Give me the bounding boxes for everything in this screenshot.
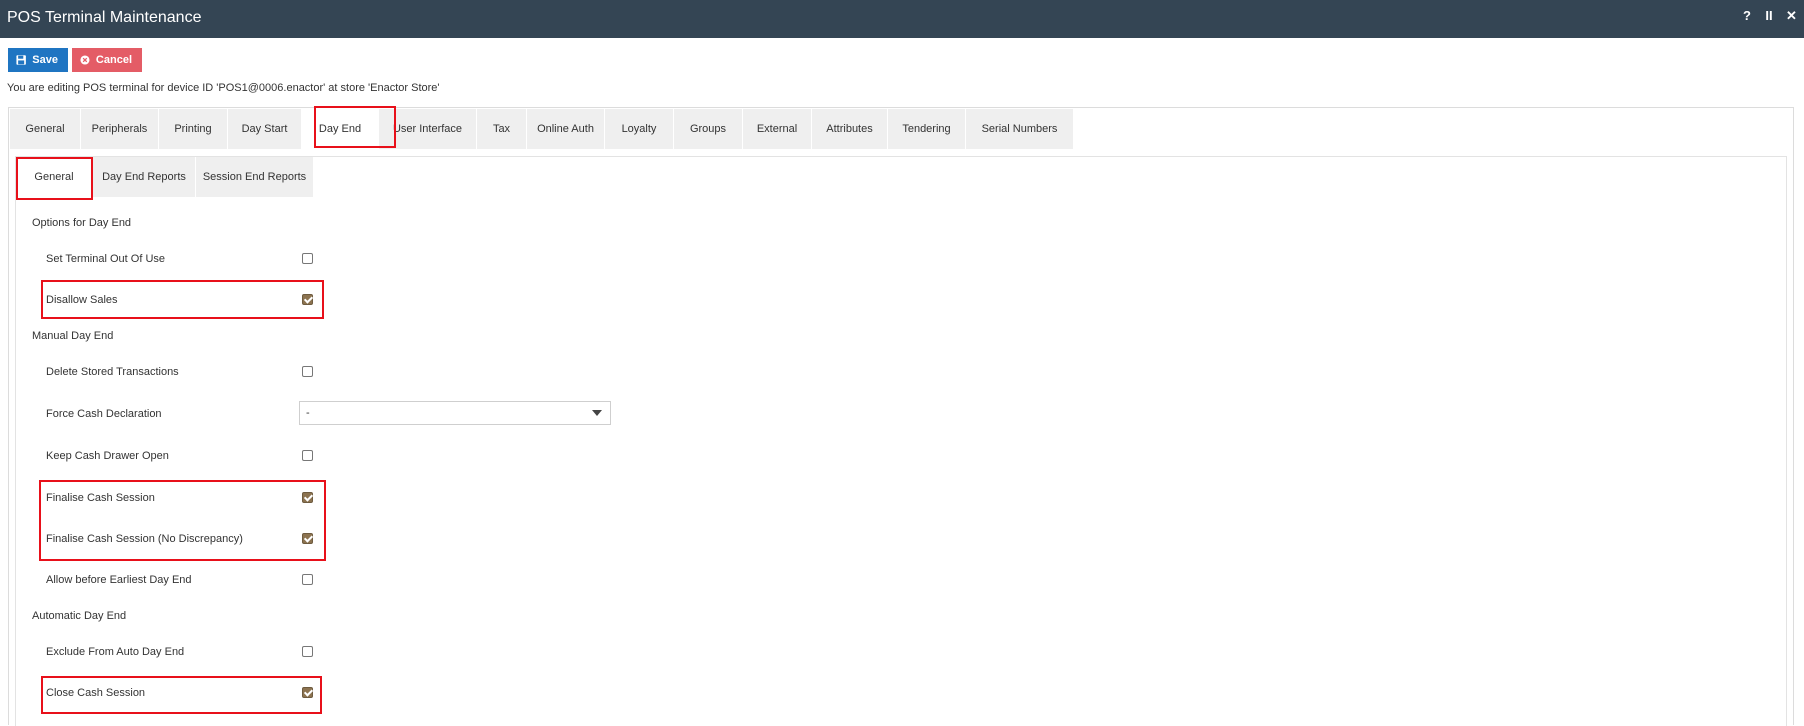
row-finalise-cash-session-no-discrepancy: Finalise Cash Session (No Discrepancy) <box>32 525 312 553</box>
row-set-terminal-out-of-use: Set Terminal Out Of Use <box>32 245 312 273</box>
label-exclude-from-auto-day-end: Exclude From Auto Day End <box>46 646 185 658</box>
label-close-cash-session: Close Cash Session <box>46 687 146 699</box>
section-manual-day-end: Manual Day End <box>32 330 114 342</box>
label-force-cash-declaration: Force Cash Declaration <box>46 408 162 420</box>
toolbar: Save Cancel <box>8 48 142 72</box>
close-icon[interactable]: ✕ <box>1786 8 1797 24</box>
checkbox-finalise-cash-session[interactable] <box>302 492 313 503</box>
label-delete-stored-transactions: Delete Stored Transactions <box>46 366 179 378</box>
tab-external[interactable]: External <box>743 109 812 149</box>
row-force-cash-declaration: Force Cash Declaration <box>32 400 312 428</box>
label-set-terminal-out-of-use: Set Terminal Out Of Use <box>46 253 166 265</box>
tab-day-end[interactable]: Day End <box>302 109 379 149</box>
checkbox-keep-cash-drawer-open[interactable] <box>302 450 313 461</box>
floppy-disk-icon <box>16 55 26 65</box>
window-controls: ? II ✕ <box>1742 8 1797 24</box>
label-allow-before-earliest-day-end: Allow before Earliest Day End <box>46 574 192 586</box>
row-close-cash-session: Close Cash Session <box>32 679 312 707</box>
tab-day-start[interactable]: Day Start <box>228 109 302 149</box>
checkbox-delete-stored-transactions[interactable] <box>302 366 313 377</box>
row-finalise-cash-session: Finalise Cash Session <box>32 484 312 512</box>
section-automatic-day-end: Automatic Day End <box>32 610 127 622</box>
row-exclude-from-auto-day-end: Exclude From Auto Day End <box>32 638 312 666</box>
checkbox-set-terminal-out-of-use[interactable] <box>302 253 313 264</box>
label-finalise-cash-session: Finalise Cash Session <box>46 492 155 504</box>
label-finalise-cash-session-no-discrepancy: Finalise Cash Session (No Discrepancy) <box>46 533 243 545</box>
checkbox-close-cash-session[interactable] <box>302 687 313 698</box>
section-options-for-day-end: Options for Day End <box>32 217 132 229</box>
sub-tab-bar: General Day End Reports Session End Repo… <box>16 157 314 197</box>
force-cash-declaration-value: - <box>306 407 310 419</box>
tab-online-auth[interactable]: Online Auth <box>527 109 605 149</box>
checkbox-exclude-from-auto-day-end[interactable] <box>302 646 313 657</box>
tab-loyalty[interactable]: Loyalty <box>605 109 674 149</box>
tab-user-interface[interactable]: User Interface <box>379 109 477 149</box>
cancel-circle-icon <box>80 55 90 65</box>
subtab-general[interactable]: General <box>16 157 93 197</box>
row-delete-stored-transactions: Delete Stored Transactions <box>32 358 312 386</box>
checkbox-disallow-sales[interactable] <box>302 294 313 305</box>
cancel-button-label: Cancel <box>95 54 132 66</box>
help-icon[interactable]: ? <box>1742 8 1752 24</box>
label-disallow-sales: Disallow Sales <box>46 294 118 306</box>
row-keep-cash-drawer-open: Keep Cash Drawer Open <box>32 442 312 470</box>
checkbox-allow-before-earliest-day-end[interactable] <box>302 574 313 585</box>
save-button[interactable]: Save <box>8 48 68 72</box>
tab-groups[interactable]: Groups <box>674 109 743 149</box>
main-tab-bar: General Peripherals Printing Day Start D… <box>10 109 1074 149</box>
tab-peripherals[interactable]: Peripherals <box>81 109 159 149</box>
label-keep-cash-drawer-open: Keep Cash Drawer Open <box>46 450 169 462</box>
cancel-button[interactable]: Cancel <box>72 48 142 72</box>
dropdown-caret-icon <box>592 410 602 416</box>
tab-tax[interactable]: Tax <box>477 109 527 149</box>
subtab-session-end-reports[interactable]: Session End Reports <box>196 157 314 197</box>
pause-icon[interactable]: II <box>1764 8 1774 24</box>
tab-general[interactable]: General <box>10 109 81 149</box>
force-cash-declaration-select[interactable]: - <box>299 401 611 425</box>
tab-serial-numbers[interactable]: Serial Numbers <box>966 109 1074 149</box>
save-button-label: Save <box>32 54 58 66</box>
window-title: POS Terminal Maintenance <box>7 9 202 26</box>
tab-tendering[interactable]: Tendering <box>888 109 966 149</box>
tab-printing[interactable]: Printing <box>159 109 228 149</box>
tab-attributes[interactable]: Attributes <box>812 109 888 149</box>
subtab-day-end-reports[interactable]: Day End Reports <box>93 157 196 197</box>
window-titlebar: POS Terminal Maintenance ? II ✕ <box>0 0 1804 38</box>
checkbox-finalise-cash-session-no-discrepancy[interactable] <box>302 533 313 544</box>
editing-info-text: You are editing POS terminal for device … <box>7 82 440 94</box>
row-disallow-sales: Disallow Sales <box>32 286 312 314</box>
row-allow-before-earliest-day-end: Allow before Earliest Day End <box>32 566 312 594</box>
